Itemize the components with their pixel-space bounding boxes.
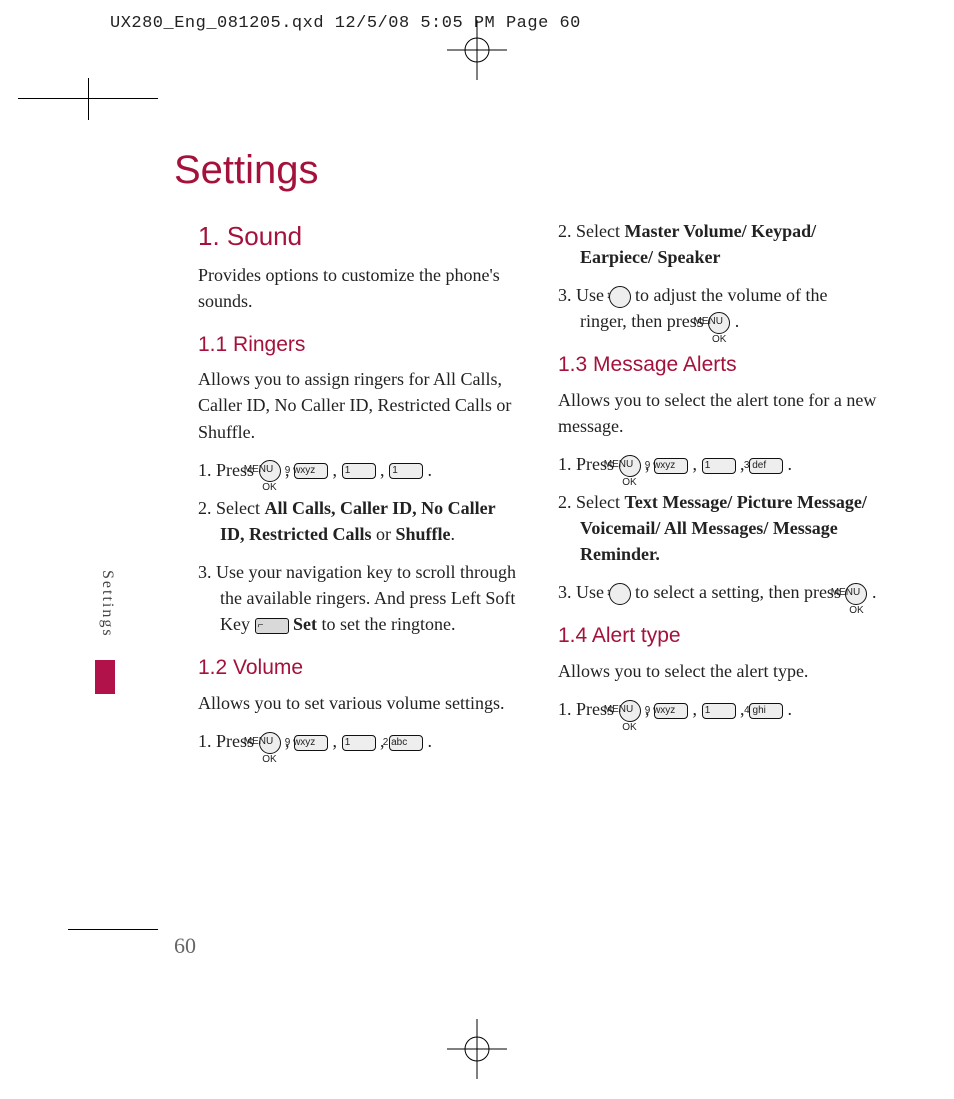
- qxd-header: UX280_Eng_081205.qxd 12/5/08 5:05 PM Pag…: [110, 14, 581, 33]
- msgalert-step3: 3. Use ↕ to select a setting, then press…: [558, 579, 878, 605]
- volume-step3: 3. Use ↕ to adjust the volume of the rin…: [558, 282, 878, 334]
- menu-ok-icon: MENU OK: [619, 455, 641, 477]
- key-1-icon: 1: [389, 463, 423, 479]
- sound-desc: Provides options to customize the phone'…: [198, 262, 518, 314]
- heading-ringers: 1.1 Ringers: [198, 330, 518, 360]
- column-left: 1. Sound Provides options to customize t…: [198, 218, 518, 766]
- menu-ok-icon: MENU OK: [259, 732, 281, 754]
- nav-updown-icon: ↕: [609, 583, 631, 605]
- menu-ok-icon: MENU OK: [619, 700, 641, 722]
- key-1-icon: 1: [702, 458, 736, 474]
- manual-page: UX280_Eng_081205.qxd 12/5/08 5:05 PM Pag…: [0, 0, 954, 1099]
- key-9-icon: 9 wxyz: [294, 735, 328, 751]
- ringers-desc: Allows you to assign ringers for All Cal…: [198, 366, 518, 444]
- key-1-icon: 1: [342, 463, 376, 479]
- page-number: 60: [174, 933, 196, 959]
- key-2-icon: 2 abc: [389, 735, 423, 751]
- key-1-icon: 1: [342, 735, 376, 751]
- menu-ok-icon: MENU OK: [845, 583, 867, 605]
- heading-alert-type: 1.4 Alert type: [558, 621, 878, 651]
- column-right: 2. Select Master Volume/ Keypad/ Earpiec…: [558, 218, 878, 766]
- side-tab-label: Settings: [98, 570, 116, 638]
- left-softkey-icon: ⌐: [255, 618, 289, 634]
- volume-desc: Allows you to set various volume setting…: [198, 690, 518, 716]
- key-9-icon: 9 wxyz: [654, 703, 688, 719]
- key-1-icon: 1: [702, 703, 736, 719]
- nav-updown-icon: ↕: [609, 286, 631, 308]
- ringers-step3: 3. Use your navigation key to scroll thr…: [198, 559, 518, 637]
- ringers-step2: 2. Select All Calls, Caller ID, No Calle…: [198, 495, 518, 547]
- crop-mark-bottom: [68, 909, 158, 951]
- volume-step2: 2. Select Master Volume/ Keypad/ Earpiec…: [558, 218, 878, 270]
- key-3-icon: 3 def: [749, 458, 783, 474]
- msgalert-step1: 1. Press MENU OK , 9 wxyz , 1 , 3 def .: [558, 451, 878, 477]
- heading-sound: 1. Sound: [198, 218, 518, 256]
- alert-type-desc: Allows you to select the alert type.: [558, 658, 878, 684]
- message-alerts-desc: Allows you to select the alert tone for …: [558, 387, 878, 439]
- page-title: Settings: [174, 148, 319, 193]
- menu-ok-icon: MENU OK: [259, 460, 281, 482]
- key-9-icon: 9 wxyz: [294, 463, 328, 479]
- side-tab-bar: [95, 660, 115, 694]
- alerttype-step1: 1. Press MENU OK , 9 wxyz , 1 , 4 ghi .: [558, 696, 878, 722]
- volume-step1: 1. Press MENU OK , 9 wxyz , 1 , 2 abc .: [198, 728, 518, 754]
- registration-mark-bottom: [0, 1019, 954, 1079]
- menu-ok-icon: MENU OK: [708, 312, 730, 334]
- key-9-icon: 9 wxyz: [654, 458, 688, 474]
- heading-message-alerts: 1.3 Message Alerts: [558, 350, 878, 380]
- heading-volume: 1.2 Volume: [198, 653, 518, 683]
- msgalert-step2: 2. Select Text Message/ Picture Message/…: [558, 489, 878, 567]
- crop-mark-top: [18, 78, 158, 120]
- ringers-step1: 1. Press MENU OK , 9 wxyz , 1 , 1 .: [198, 457, 518, 483]
- key-4-icon: 4 ghi: [749, 703, 783, 719]
- content-columns: 1. Sound Provides options to customize t…: [198, 218, 898, 766]
